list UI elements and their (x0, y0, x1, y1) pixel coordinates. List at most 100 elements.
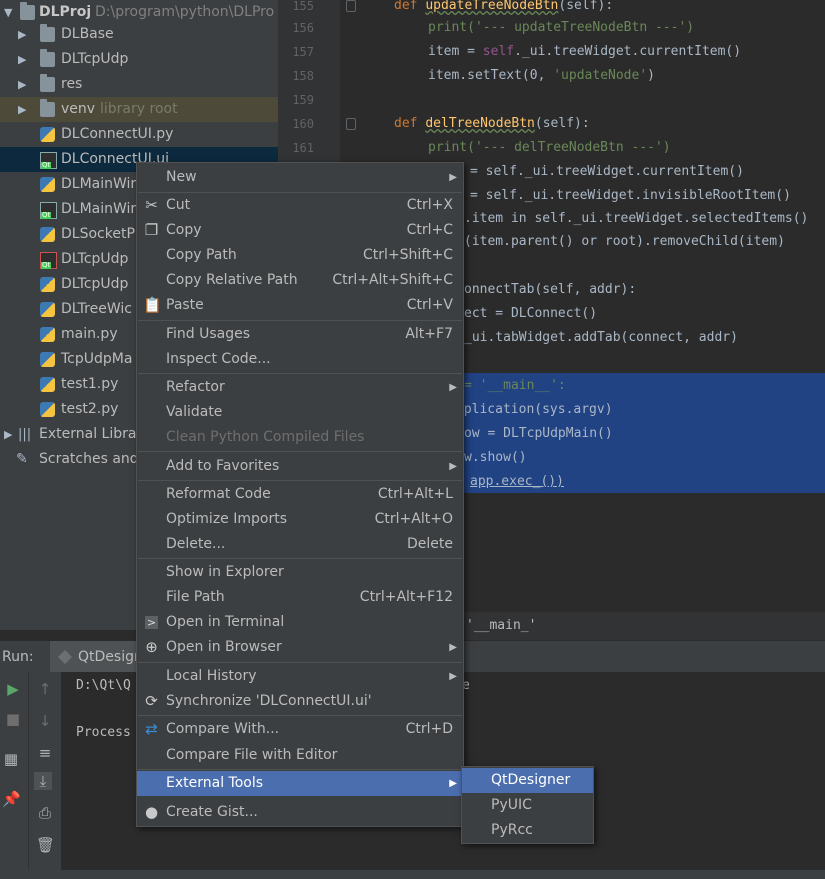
menu-item-optimize-imports[interactable]: Optimize Imports Ctrl+Alt+O (137, 507, 463, 532)
menu-item-new[interactable]: New ▶ (137, 165, 463, 190)
tree-item-label: DLConnectUI.py (61, 126, 174, 142)
python-file-icon (40, 402, 55, 417)
line-number: 156 (292, 21, 314, 35)
code-line-157: item = self._ui.treeWidget.currentItem() (428, 44, 742, 59)
menu-item-copy-relative-path[interactable]: Copy Relative Path Ctrl+Alt+Shift+C (137, 268, 463, 293)
code-line-175: app.exec_()) (470, 474, 564, 489)
menu-item-open-in-browser[interactable]: ⊕ Open in Browser ▶ (137, 635, 463, 660)
breadcrumb-item[interactable]: '__main_' (466, 618, 536, 633)
python-file-icon (40, 177, 55, 192)
tree-item-label: DLSocketP (61, 226, 135, 242)
line-number: 157 (292, 45, 314, 59)
python-file-icon (40, 302, 55, 317)
menu-separator (138, 373, 462, 374)
tree-item-dlconnectui-py[interactable]: DLConnectUI.py (0, 122, 278, 147)
tree-item-label: test2.py (61, 401, 119, 417)
tree-item-label: test1.py (61, 376, 119, 392)
external-tools-submenu: QtDesigner PyUIC PyRcc (461, 766, 594, 844)
tree-item-venv[interactable]: ▶ venv library root (0, 97, 278, 122)
code-line-156: print('--- updateTreeNodeBtn ---') (428, 20, 695, 35)
compare-icon: ⇄ (145, 720, 158, 738)
menu-item-reformat-code[interactable]: Reformat Code Ctrl+Alt+L (137, 482, 463, 507)
code-line-158: item.setText(0, 'updateNode') (428, 68, 655, 83)
scratches-icon: ✎ (16, 451, 28, 467)
menu-item-external-tools[interactable]: External Tools ▶ (137, 771, 463, 796)
run-label: Run: (2, 649, 34, 665)
menu-item-create-gist[interactable]: ● Create Gist... (137, 800, 463, 825)
tree-item-dlbase[interactable]: ▶ DLBase (0, 22, 278, 47)
tree-item-label: DLTreeWic (61, 301, 132, 317)
submenu-arrow-icon: ▶ (449, 642, 457, 653)
fold-marker-icon[interactable] (346, 0, 356, 12)
menu-item-add-to-favorites[interactable]: Add to Favorites ▶ (137, 454, 463, 479)
layout-icon[interactable]: ▦ (2, 750, 20, 768)
line-number: 159 (292, 93, 314, 107)
chevron-right-icon[interactable]: ▶ (18, 22, 26, 47)
arrow-down-icon[interactable]: ↓ (36, 712, 54, 730)
folder-icon (20, 2, 35, 20)
folder-icon (40, 49, 55, 67)
folder-icon (40, 74, 55, 92)
menu-item-paste[interactable]: 📋 Paste Ctrl+V (137, 293, 463, 318)
soft-wrap-icon[interactable]: ≡ (36, 744, 54, 762)
menu-item-local-history[interactable]: Local History ▶ (137, 664, 463, 689)
menu-item-copy[interactable]: ❐ Copy Ctrl+C (137, 218, 463, 243)
submenu-item-pyuic[interactable]: PyUIC (462, 793, 593, 818)
qt-ui-file-icon (40, 252, 57, 269)
menu-item-validate[interactable]: Validate (137, 400, 463, 425)
code-line-160: def delTreeNodeBtn(self): (394, 116, 590, 131)
pin-icon[interactable]: 📌 (2, 790, 21, 808)
submenu-arrow-icon: ▶ (449, 671, 457, 682)
menu-item-clean-compiled: Clean Python Compiled Files (166, 429, 365, 445)
print-icon[interactable]: ⎙ (36, 804, 54, 822)
scroll-to-end-icon[interactable]: ⤓ (34, 772, 52, 790)
menu-item-inspect-code[interactable]: Inspect Code... (137, 347, 463, 372)
menu-separator (138, 480, 462, 481)
submenu-arrow-icon: ▶ (449, 382, 457, 393)
menu-item-refactor[interactable]: Refactor ▶ (137, 375, 463, 400)
menu-item-synchronize[interactable]: ⟳ Synchronize 'DLConnectUI.ui' (137, 689, 463, 714)
code-line-171: = '__main__': (464, 378, 566, 393)
submenu-item-pyrcc[interactable]: PyRcc (462, 818, 593, 843)
chevron-right-icon[interactable]: ▶ (18, 72, 26, 97)
code-line-173: ow = DLTcpUdpMain() (464, 426, 613, 441)
library-root-hint: library root (100, 101, 178, 117)
menu-item-delete[interactable]: Delete... Delete (137, 532, 463, 557)
tree-item-dltcpudp-folder[interactable]: ▶ DLTcpUdp (0, 47, 278, 72)
menu-item-cut[interactable]: ✂ Cut Ctrl+X (137, 193, 463, 218)
status-strip (0, 870, 825, 879)
menu-item-copy-path[interactable]: Copy Path Ctrl+Shift+C (137, 243, 463, 268)
code-line-165: (item.parent() or root).removeChild(item… (464, 234, 785, 249)
submenu-arrow-icon: ▶ (449, 778, 457, 789)
code-line-163: = self._ui.treeWidget.invisibleRootItem(… (470, 188, 791, 203)
tree-item-label: Scratches and (39, 451, 139, 467)
menu-item-show-in-explorer[interactable]: Show in Explorer (137, 560, 463, 585)
fold-marker-icon[interactable] (346, 118, 356, 130)
console-line: D:\Qt\Q (76, 678, 131, 693)
menu-separator (138, 662, 462, 663)
menu-item-open-in-terminal[interactable]: > Open in Terminal (137, 610, 463, 635)
menu-item-compare-with[interactable]: ⇄ Compare With... Ctrl+D (137, 717, 463, 742)
code-line-169: _ui.tabWidget.addTab(connect, addr) (464, 330, 738, 345)
arrow-up-icon[interactable]: ↑ (36, 680, 54, 698)
chevron-right-icon[interactable]: ▶ (4, 422, 12, 447)
python-file-icon (40, 127, 55, 142)
submenu-item-qtdesigner[interactable]: QtDesigner (462, 768, 593, 793)
menu-separator (138, 769, 462, 770)
menu-separator (138, 715, 462, 716)
qt-ui-file-icon (40, 152, 57, 169)
menu-item-file-path[interactable]: File Path Ctrl+Alt+F12 (137, 585, 463, 610)
stop-icon[interactable]: ■ (4, 710, 22, 728)
menu-item-find-usages[interactable]: Find Usages Alt+F7 (137, 322, 463, 347)
copy-icon: ❐ (144, 221, 159, 239)
chevron-right-icon[interactable]: ▶ (18, 97, 26, 122)
tree-item-label: DLTcpUdp (61, 251, 129, 267)
chevron-right-icon[interactable]: ▶ (18, 47, 26, 72)
sync-icon: ⟳ (145, 692, 158, 710)
menu-separator (138, 451, 462, 452)
run-tools-primary: ▶ ■ ▦ 📌 (0, 672, 28, 879)
rerun-icon[interactable]: ▶ (4, 680, 22, 698)
tree-item-res[interactable]: ▶ res (0, 72, 278, 97)
menu-item-compare-file-with-editor[interactable]: Compare File with Editor (137, 743, 463, 768)
trash-icon[interactable]: 🗑 (36, 836, 55, 854)
